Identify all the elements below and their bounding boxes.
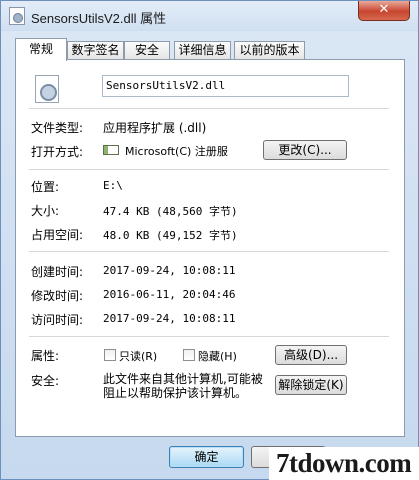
ok-button[interactable]: 确定 (169, 446, 244, 468)
tab-digital-signatures[interactable]: 数字签名 (67, 41, 124, 60)
app-icon (103, 145, 119, 155)
size-value: 47.4 KB (48,560 字节) (103, 205, 238, 218)
divider (29, 169, 389, 170)
readonly-checkbox[interactable] (104, 349, 116, 361)
file-name-field[interactable]: SensorsUtilsV2.dll (102, 75, 349, 97)
security-label: 安全: (31, 374, 60, 388)
modified-label: 修改时间: (31, 289, 84, 303)
opens-with-label: 打开方式: (31, 145, 84, 159)
tab-bar: 常规 数字签名 安全 详细信息 以前的版本 (15, 38, 405, 61)
site-watermark: 7tdown.com (269, 447, 419, 480)
unblock-button[interactable]: 解除锁定(K) (275, 375, 347, 395)
tab-security[interactable]: 安全 (124, 41, 170, 60)
tab-previous-versions[interactable]: 以前的版本 (234, 41, 305, 60)
created-value: 2017-09-24, 10:08:11 (103, 264, 236, 277)
attributes-label: 属性: (31, 349, 60, 363)
divider (29, 108, 389, 109)
created-label: 创建时间: (31, 265, 84, 279)
accessed-value: 2017-09-24, 10:08:11 (103, 312, 236, 325)
readonly-label[interactable]: 只读(R) (119, 348, 157, 364)
file-type-label: 文件类型: (31, 121, 84, 135)
window-title: SensorsUtilsV2.dll 属性 (31, 11, 167, 26)
size-on-disk-label: 占用空间: (31, 228, 84, 242)
divider (29, 336, 389, 337)
dll-file-icon (9, 7, 25, 25)
opens-with-value: Microsoft(C) 注册服 (125, 145, 228, 158)
title-bar[interactable]: SensorsUtilsV2.dll 属性 ✕ (1, 1, 418, 31)
tab-details[interactable]: 详细信息 (174, 41, 231, 60)
properties-dialog: SensorsUtilsV2.dll 属性 ✕ 常规 数字签名 安全 详细信息 … (0, 0, 419, 480)
hidden-checkbox[interactable] (183, 349, 195, 361)
size-label: 大小: (31, 204, 60, 218)
advanced-button[interactable]: 高级(D)... (275, 345, 347, 365)
location-label: 位置: (31, 180, 60, 194)
dll-file-icon (35, 75, 59, 103)
close-button[interactable]: ✕ (358, 1, 410, 21)
change-button[interactable]: 更改(C)... (263, 140, 347, 160)
size-on-disk-value: 48.0 KB (49,152 字节) (103, 229, 238, 242)
file-type-value: 应用程序扩展 (.dll) (103, 121, 207, 135)
modified-value: 2016-06-11, 20:04:46 (103, 288, 236, 301)
tab-general[interactable]: 常规 (15, 38, 67, 61)
accessed-label: 访问时间: (31, 313, 84, 327)
location-value: E:\ (103, 179, 123, 192)
security-message: 此文件来自其他计算机,可能被阻止以帮助保护该计算机。 (103, 372, 263, 400)
divider (29, 251, 389, 252)
hidden-label[interactable]: 隐藏(H) (198, 348, 237, 364)
